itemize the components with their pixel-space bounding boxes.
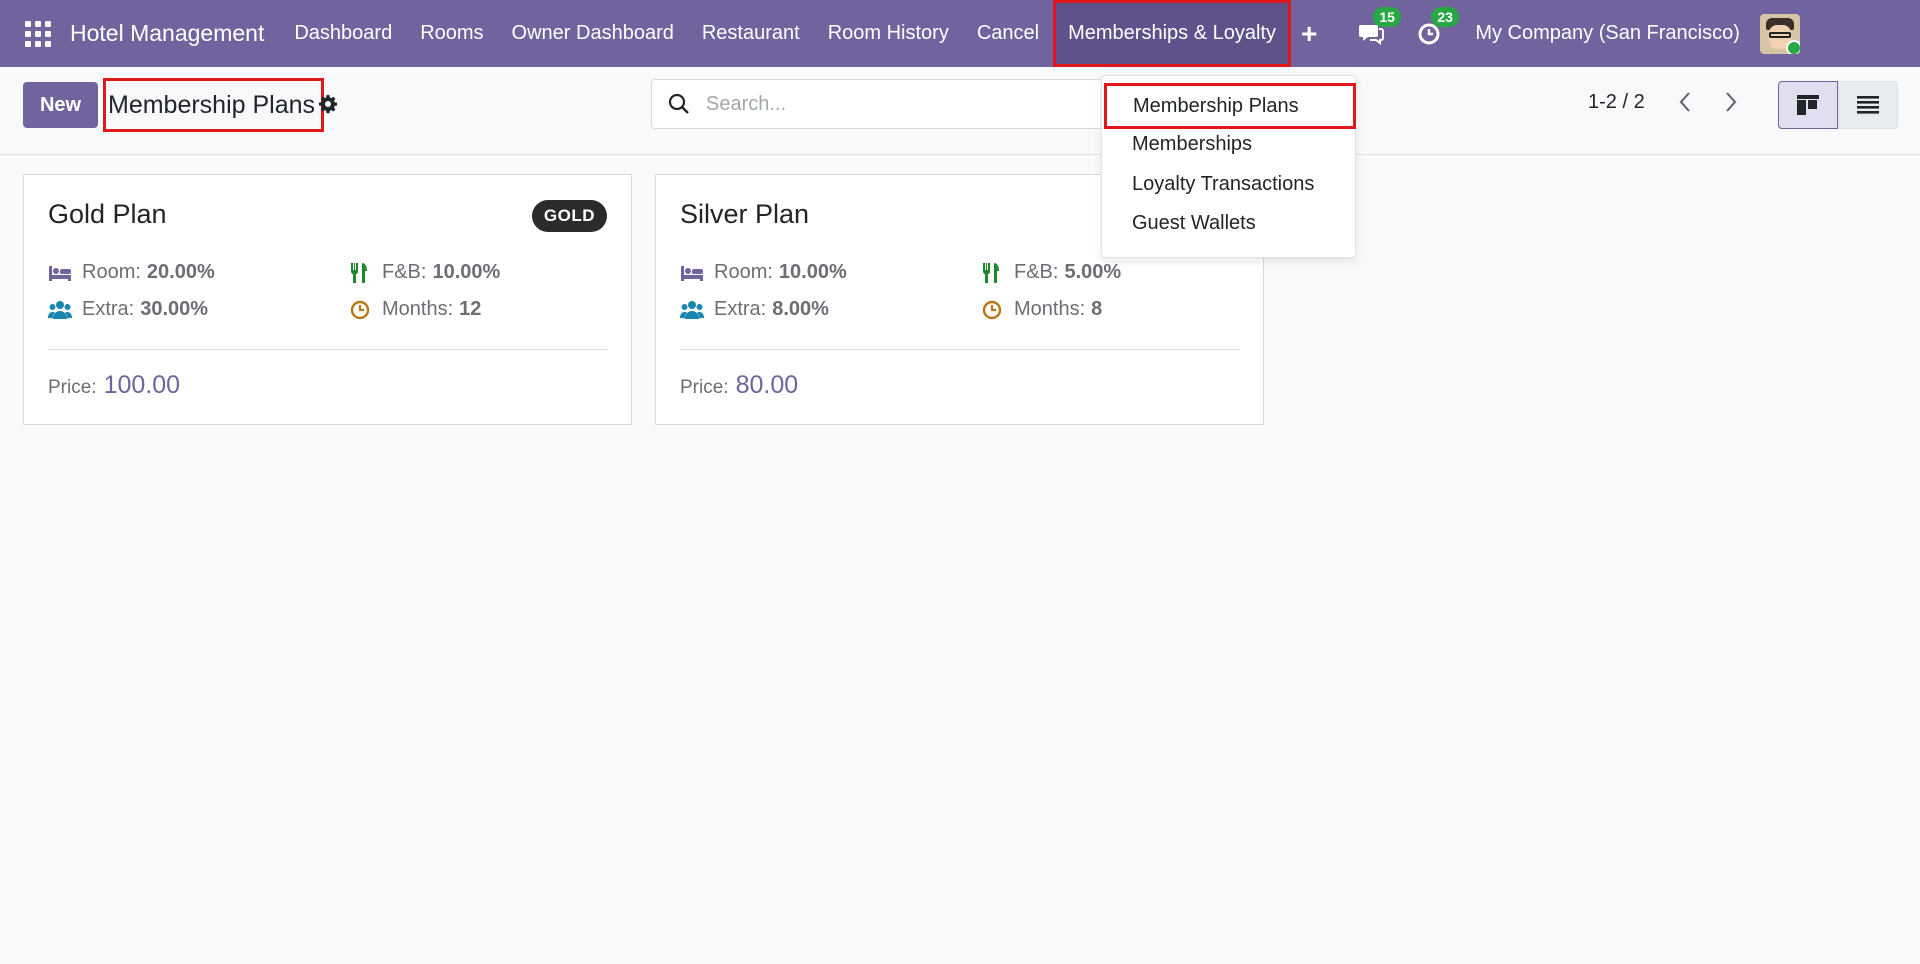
clock-icon	[350, 300, 370, 319]
gear-icon[interactable]	[318, 94, 338, 114]
chevron-right-icon	[1726, 92, 1737, 112]
duration-months: Months: 8	[980, 298, 1102, 321]
price-label: Price:	[48, 377, 97, 398]
top-navbar: Hotel Management Dashboard Rooms Owner D…	[0, 0, 1920, 67]
months-label: Months:	[1014, 298, 1086, 320]
extra-label: Extra:	[82, 298, 135, 320]
dropdown-item-membership-plans[interactable]: Membership Plans	[1104, 83, 1356, 129]
fb-label: F&B:	[1014, 261, 1059, 283]
fb-value: 10.00%	[432, 261, 501, 283]
price-label: Price:	[680, 377, 729, 398]
user-avatar[interactable]	[1759, 13, 1800, 54]
cutlery-icon	[351, 262, 367, 283]
plus-icon[interactable]: +	[1301, 18, 1317, 50]
extra-discount: Extra: 8.00%	[680, 298, 829, 321]
view-switcher	[1778, 81, 1898, 129]
plan-title: Gold Plan	[48, 199, 167, 229]
pager-value[interactable]: 1-2 / 2	[1588, 91, 1645, 114]
months-value: 8	[1091, 298, 1103, 320]
dropdown-item-guest-wallets[interactable]: Guest Wallets	[1132, 212, 1256, 235]
online-status-icon	[1785, 39, 1800, 54]
activities-count-badge: 23	[1431, 6, 1459, 27]
menu-owner-dashboard[interactable]: Owner Dashboard	[498, 0, 688, 67]
extra-label: Extra:	[714, 298, 767, 320]
kanban-view-button[interactable]	[1778, 81, 1838, 129]
months-value: 12	[459, 298, 482, 320]
room-value: 10.00%	[778, 261, 847, 283]
cutlery-icon	[983, 262, 999, 283]
room-label: Room:	[82, 261, 141, 283]
dropdown-item-loyalty-transactions[interactable]: Loyalty Transactions	[1132, 173, 1314, 196]
dropdown-item-memberships[interactable]: Memberships	[1132, 133, 1252, 156]
card-divider	[48, 349, 607, 350]
plan-price: Price: 100.00	[48, 371, 180, 400]
extra-discount: Extra: 30.00%	[48, 298, 208, 321]
plan-title: Silver Plan	[680, 199, 810, 229]
fb-discount: F&B: 10.00%	[348, 261, 500, 284]
bed-icon	[49, 265, 71, 281]
search-bar	[651, 79, 1111, 129]
menu-memberships-loyalty[interactable]: Memberships & Loyalty	[1053, 0, 1291, 67]
memberships-dropdown-menu: Membership Plans Memberships Loyalty Tra…	[1101, 75, 1356, 258]
bed-icon	[681, 265, 703, 281]
users-icon	[680, 300, 704, 319]
list-view-button[interactable]	[1838, 81, 1898, 129]
room-discount: Room: 20.00%	[48, 261, 215, 284]
menu-restaurant[interactable]: Restaurant	[688, 0, 814, 67]
extra-value: 30.00%	[140, 298, 209, 320]
fb-discount: F&B: 5.00%	[980, 261, 1121, 284]
apps-menu-icon[interactable]	[25, 20, 51, 47]
kanban-icon	[1797, 95, 1819, 115]
chevron-left-icon	[1679, 92, 1690, 112]
plan-tag-badge: GOLD	[531, 200, 607, 232]
plan-card[interactable]: Gold Plan GOLD Room: 20.00% F&B: 10.00% Ex…	[23, 174, 632, 425]
room-discount: Room: 10.00%	[680, 261, 847, 284]
company-switcher[interactable]: My Company (San Francisco)	[1475, 22, 1740, 45]
page-title[interactable]: Membership Plans	[103, 78, 325, 132]
menu-room-history[interactable]: Room History	[814, 0, 963, 67]
new-button[interactable]: New	[23, 82, 98, 128]
price-value: 100.00	[103, 371, 181, 399]
search-input[interactable]	[706, 92, 1006, 116]
fb-label: F&B:	[382, 261, 427, 283]
menu-cancel[interactable]: Cancel	[963, 0, 1053, 67]
messages-count-badge: 15	[1373, 6, 1401, 27]
control-panel: New Membership Plans 1-2 / 2	[0, 67, 1920, 155]
fb-value: 5.00%	[1064, 261, 1122, 283]
room-value: 20.00%	[146, 261, 215, 283]
users-icon	[48, 300, 72, 319]
card-divider	[680, 349, 1239, 350]
messages-icon[interactable]: 15	[1357, 6, 1401, 49]
menu-rooms[interactable]: Rooms	[406, 0, 497, 67]
clock-icon	[982, 300, 1002, 319]
room-label: Room:	[714, 261, 773, 283]
app-brand[interactable]: Hotel Management	[70, 20, 264, 47]
pager-next-button[interactable]	[1716, 87, 1746, 117]
search-icon	[668, 93, 689, 114]
systray: 15 23 My Company (San Francisco)	[1357, 6, 1800, 54]
duration-months: Months: 12	[348, 298, 481, 321]
price-value: 80.00	[735, 371, 799, 399]
extra-value: 8.00%	[772, 298, 829, 320]
months-label: Months:	[382, 298, 454, 320]
plan-price: Price: 80.00	[680, 371, 798, 400]
pager-previous-button[interactable]	[1670, 87, 1700, 117]
list-icon	[1857, 96, 1879, 114]
menu-dashboard[interactable]: Dashboard	[280, 0, 406, 67]
activities-clock-icon[interactable]: 23	[1415, 6, 1459, 49]
